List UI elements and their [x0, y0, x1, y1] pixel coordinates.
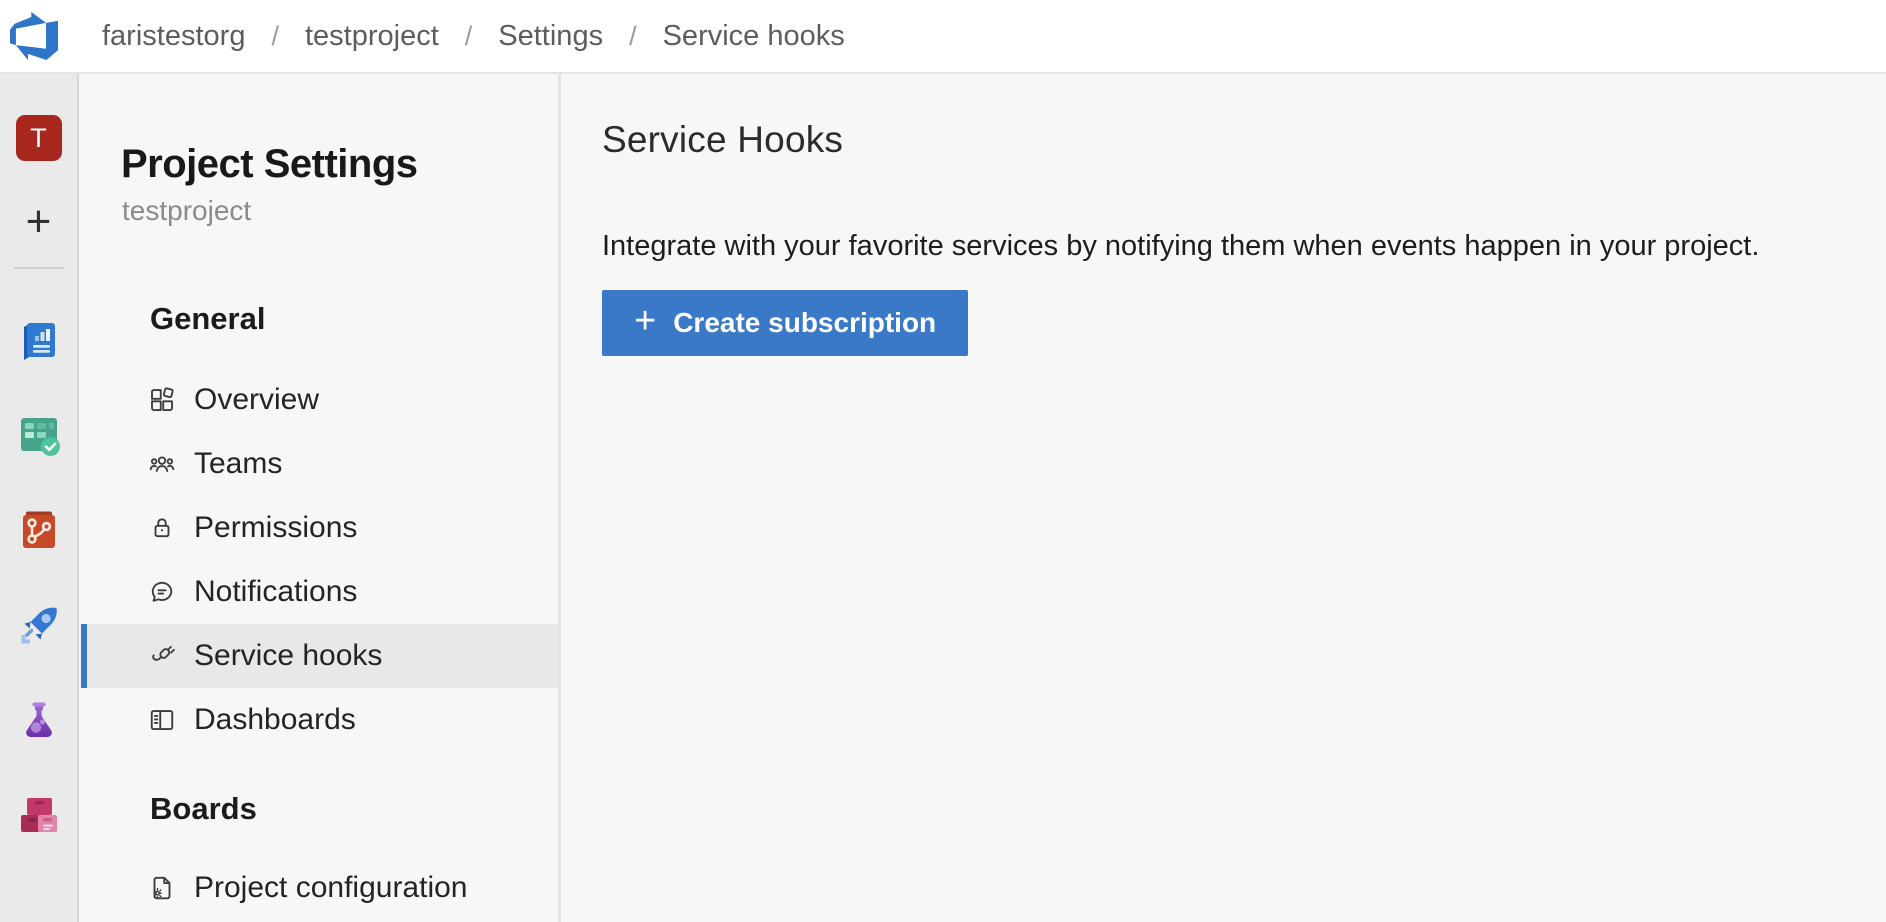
- sidebar-item-project-configuration[interactable]: Project configuration: [81, 856, 558, 920]
- add-project-button[interactable]: +: [16, 199, 62, 245]
- sidebar-subtitle: testproject: [122, 194, 558, 228]
- teams-icon: [147, 449, 177, 479]
- sidebar-item-notifications[interactable]: Notifications: [81, 560, 558, 624]
- breadcrumb-separator: /: [629, 21, 637, 52]
- comment-icon: [147, 577, 177, 607]
- create-subscription-label: Create subscription: [673, 307, 936, 339]
- plug-icon: [147, 641, 177, 671]
- sidebar-item-teams[interactable]: Teams: [81, 432, 558, 496]
- rail-divider: [14, 267, 64, 269]
- page-title: Service Hooks: [602, 118, 1886, 162]
- page-description: Integrate with your favorite services by…: [602, 228, 1886, 264]
- settings-sidebar: Project Settings testproject General Ove…: [81, 74, 561, 922]
- sidebar-item-dashboards[interactable]: Dashboards: [81, 688, 558, 752]
- create-subscription-button[interactable]: + Create subscription: [602, 290, 968, 356]
- rail-item-artifacts[interactable]: [15, 791, 63, 839]
- breadcrumb-separator: /: [271, 21, 279, 52]
- main-content: Service Hooks Integrate with your favori…: [564, 74, 1886, 922]
- azure-devops-logo[interactable]: [10, 12, 58, 60]
- rail-item-overview[interactable]: [15, 316, 63, 364]
- overview-grid-icon: [147, 385, 177, 415]
- artifacts-icon: [15, 791, 63, 839]
- lock-icon: [147, 513, 177, 543]
- plus-icon: +: [634, 302, 656, 340]
- dashboard-icon: [147, 705, 177, 735]
- sidebar-item-overview[interactable]: Overview: [81, 368, 558, 432]
- breadcrumb-item-settings[interactable]: Settings: [498, 20, 603, 53]
- sidebar-item-label: Teams: [194, 447, 282, 481]
- section-header-general: General: [150, 300, 558, 338]
- rail-item-repos[interactable]: [15, 506, 63, 554]
- project-avatar[interactable]: T: [16, 115, 62, 161]
- breadcrumb-separator: /: [465, 21, 473, 52]
- pipelines-icon: [15, 601, 63, 649]
- project-avatar-letter: T: [30, 123, 47, 154]
- rail-item-pipelines[interactable]: [15, 601, 63, 649]
- boards-menu: Project configuration: [81, 856, 558, 920]
- sidebar-item-label: Notifications: [194, 575, 357, 609]
- sidebar-item-label: Overview: [194, 383, 319, 417]
- sidebar-item-permissions[interactable]: Permissions: [81, 496, 558, 560]
- test-plans-icon: [15, 696, 63, 744]
- rail-item-boards[interactable]: [15, 411, 63, 459]
- breadcrumb-item-organization[interactable]: faristestorg: [102, 20, 245, 53]
- sidebar-item-service-hooks[interactable]: Service hooks: [81, 624, 558, 688]
- boards-icon: [15, 411, 63, 459]
- sidebar-item-label: Service hooks: [194, 639, 382, 673]
- sidebar-item-label: Permissions: [194, 511, 357, 545]
- sidebar-item-label: Dashboards: [194, 703, 356, 737]
- repos-icon: [15, 506, 63, 554]
- breadcrumb-item-service-hooks[interactable]: Service hooks: [663, 20, 845, 53]
- azure-devops-logo-icon: [10, 12, 58, 60]
- section-header-boards: Boards: [150, 790, 558, 828]
- document-gear-icon: [147, 873, 177, 903]
- sidebar-title: Project Settings: [121, 140, 558, 188]
- sidebar-item-label: Project configuration: [194, 871, 468, 905]
- overview-icon: [15, 316, 63, 364]
- breadcrumb: faristestorg / testproject / Settings / …: [102, 20, 845, 53]
- breadcrumb-item-project[interactable]: testproject: [305, 20, 439, 53]
- settings-menu: Overview Teams: [81, 368, 558, 752]
- left-rail: T +: [0, 74, 79, 922]
- rail-item-test-plans[interactable]: [15, 696, 63, 744]
- top-bar: faristestorg / testproject / Settings / …: [0, 0, 1886, 74]
